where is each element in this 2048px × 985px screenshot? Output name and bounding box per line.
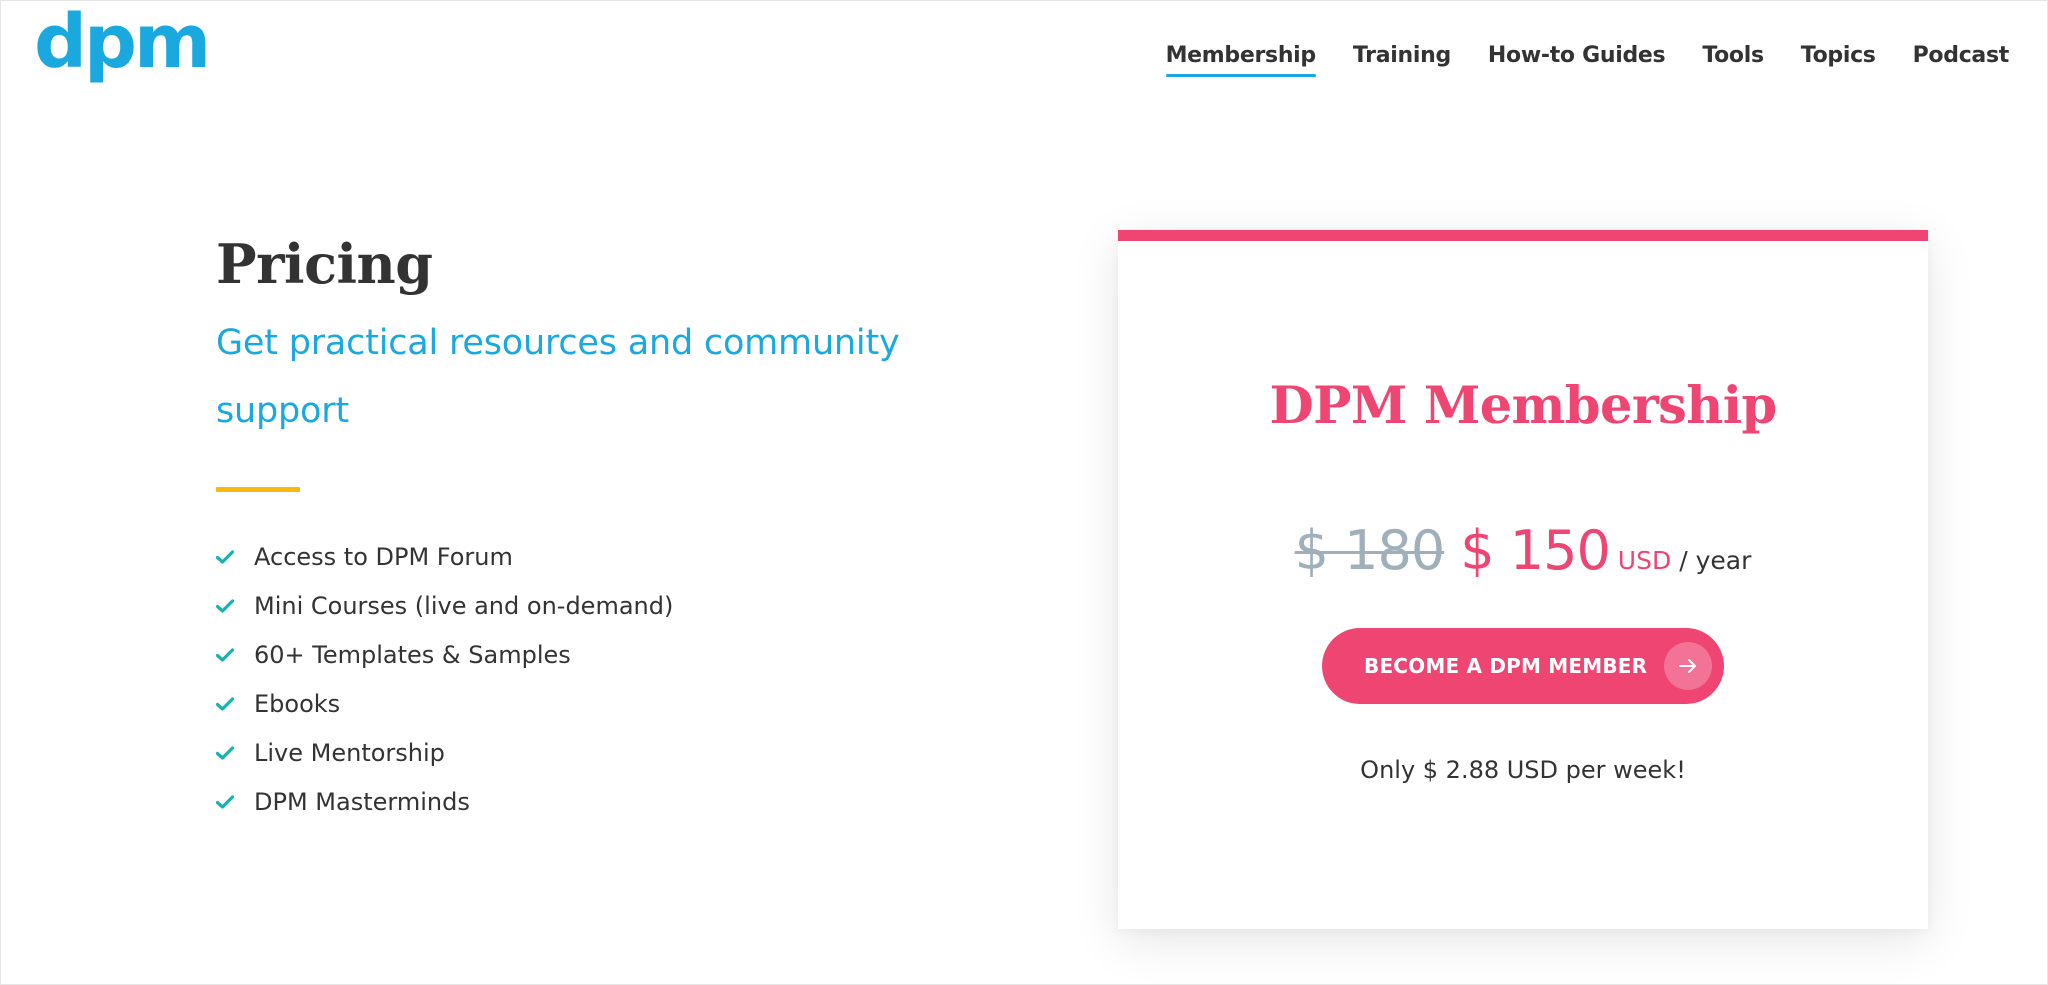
benefit-item: DPM Masterminds bbox=[216, 777, 936, 826]
benefits-list: Access to DPM Forum Mini Courses (live a… bbox=[216, 532, 936, 826]
nav-topics[interactable]: Topics bbox=[1801, 41, 1876, 71]
nav-training[interactable]: Training bbox=[1353, 41, 1451, 71]
dpm-logo[interactable]: dpm bbox=[34, 5, 211, 79]
old-price: $ 180 bbox=[1294, 519, 1446, 582]
benefit-label: Mini Courses (live and on-demand) bbox=[254, 591, 674, 620]
price-currency: USD bbox=[1617, 546, 1672, 575]
check-icon bbox=[216, 794, 254, 809]
benefit-item: Ebooks bbox=[216, 679, 936, 728]
weekly-price-note: Only $ 2.88 USD per week! bbox=[1360, 756, 1686, 784]
cta-label: BECOME A DPM MEMBER bbox=[1364, 654, 1648, 678]
benefit-item: 60+ Templates & Samples bbox=[216, 630, 936, 679]
nav-membership[interactable]: Membership bbox=[1165, 41, 1317, 77]
pricing-intro: Pricing Get practical resources and comm… bbox=[216, 229, 936, 826]
check-icon bbox=[216, 598, 254, 613]
nav-podcast[interactable]: Podcast bbox=[1913, 41, 2010, 71]
nav-how-to-guides[interactable]: How-to Guides bbox=[1488, 41, 1666, 71]
pricing-card: DPM Membership $ 180 $ 150 USD / year BE… bbox=[1118, 230, 1928, 929]
benefit-item: Mini Courses (live and on-demand) bbox=[216, 581, 936, 630]
accent-divider bbox=[216, 487, 300, 492]
check-icon bbox=[216, 745, 254, 760]
check-icon bbox=[216, 549, 254, 564]
check-icon bbox=[216, 647, 254, 662]
page-title: Pricing bbox=[216, 232, 433, 296]
benefit-label: Ebooks bbox=[254, 689, 341, 718]
benefit-item: Live Mentorship bbox=[216, 728, 936, 777]
benefit-item: Access to DPM Forum bbox=[216, 532, 936, 581]
price-row: $ 180 $ 150 USD / year bbox=[1118, 519, 1928, 582]
main-nav: Membership Training How-to Guides Tools … bbox=[1165, 41, 2010, 77]
benefit-label: Live Mentorship bbox=[254, 738, 445, 767]
current-price: $ 150 bbox=[1460, 519, 1611, 582]
site-header: dpm Membership Training How-to Guides To… bbox=[1, 1, 2048, 111]
benefit-label: 60+ Templates & Samples bbox=[254, 640, 571, 669]
plan-name: DPM Membership bbox=[1269, 376, 1777, 436]
nav-tools[interactable]: Tools bbox=[1702, 41, 1764, 71]
price-period: / year bbox=[1679, 546, 1752, 575]
arrow-right-icon bbox=[1664, 642, 1712, 690]
page-subtitle: Get practical resources and community su… bbox=[216, 323, 900, 431]
become-member-button[interactable]: BECOME A DPM MEMBER bbox=[1322, 628, 1724, 704]
benefit-label: Access to DPM Forum bbox=[254, 542, 513, 571]
benefit-label: DPM Masterminds bbox=[254, 787, 470, 816]
check-icon bbox=[216, 696, 254, 711]
